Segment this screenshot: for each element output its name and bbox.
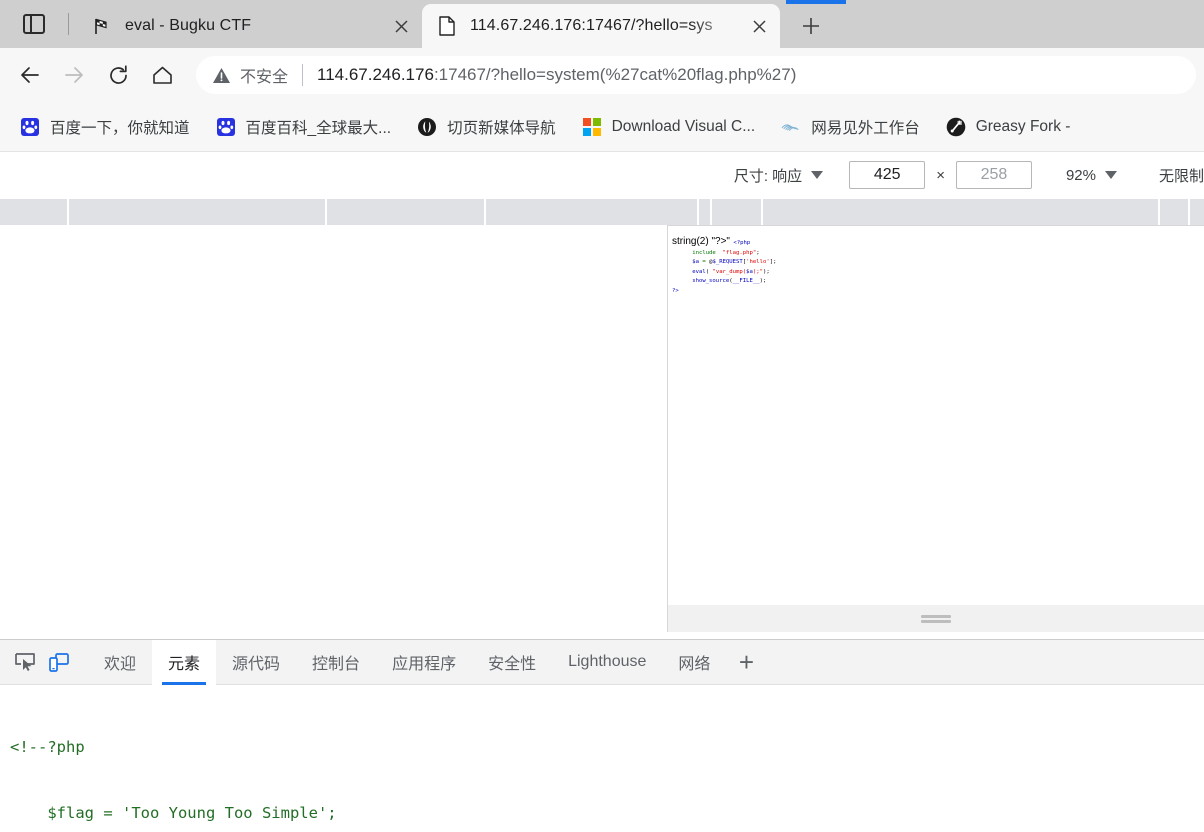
omnibox-separator (302, 64, 304, 86)
devtools-tab-application[interactable]: 应用程序 (376, 640, 472, 685)
bookmark-item[interactable]: Download Visual C... (574, 112, 764, 142)
viewport-height-input[interactable]: 258 (955, 161, 1032, 189)
viewport-width-input[interactable]: 425 (849, 161, 926, 189)
network-throttling-select[interactable]: 无限制 (1159, 165, 1204, 186)
tab-separator (68, 13, 69, 35)
ruler-tick (710, 199, 712, 225)
toggle-device-toolbar-icon[interactable] (42, 645, 76, 679)
url-host: 114.67.246.176 (317, 65, 434, 84)
zoom-level-label: 92% (1065, 166, 1096, 184)
baidu-icon (216, 117, 236, 137)
bookmark-label: 百度一下，你就知道 (50, 119, 190, 137)
tab-search-area (0, 0, 68, 48)
viewport-resize-handle[interactable] (921, 614, 951, 623)
greasyfork-icon (946, 117, 966, 137)
devtools-tabbar: 欢迎 元素 源代码 控制台 应用程序 安全性 Lighthouse 网络 + (0, 639, 1204, 685)
add-panel-button[interactable]: + (726, 640, 766, 685)
throttling-label: 无限制 (1158, 167, 1204, 185)
ruler-tick (697, 199, 699, 225)
devtools-container: 尺寸: 响应 425 × 258 92% 无限制 string(2) "?>" … (0, 152, 1204, 832)
elements-tree[interactable]: <!--?php $flag = 'Too Young Too Simple';… (0, 685, 1204, 832)
ruler-tick (484, 199, 486, 225)
browser-tab-2[interactable]: 114.67.246.176:17467/?hello=sys (422, 4, 780, 48)
sidebar-toggle-icon[interactable] (23, 14, 45, 34)
bookmark-label: 百度百科_全球最大... (245, 119, 392, 137)
ruler-tick (325, 199, 327, 225)
dimension-multiply-label: × (936, 166, 945, 184)
inspect-element-icon[interactable] (8, 645, 42, 679)
reload-button[interactable] (96, 53, 140, 97)
devtools-tab-elements[interactable]: 元素 (152, 639, 217, 685)
emulated-page-viewport[interactable]: string(2) "?>" <?php include "flag.php";… (667, 225, 1204, 605)
ruler-tick (1158, 199, 1160, 225)
close-icon[interactable] (386, 11, 416, 41)
bookmark-item[interactable]: Greasy Fork - (938, 112, 1079, 142)
tab-strip: eval - Bugku CTF 114.67.246.176:17467/?h… (0, 0, 1204, 48)
zoom-select[interactable]: 92% (1066, 167, 1117, 184)
flag-icon (91, 15, 113, 37)
devtools-panel: 欢迎 元素 源代码 控制台 应用程序 安全性 Lighthouse 网络 + <… (0, 639, 1204, 832)
url-path: :17467/?hello=system(%27cat%20flag.php%2… (433, 65, 797, 84)
netease-icon (781, 117, 801, 137)
qieye-icon (417, 117, 437, 137)
bookmarks-bar: 百度一下，你就知道 百度百科_全球最大... 切页新媒体导航 Download … (0, 102, 1204, 152)
devtools-tab-welcome[interactable]: 欢迎 (88, 640, 152, 685)
back-button[interactable] (8, 53, 52, 97)
baidu-icon (20, 117, 40, 137)
page-source-output: string(2) "?>" <?php include "flag.php";… (672, 236, 777, 294)
devtools-tab-security[interactable]: 安全性 (472, 640, 552, 685)
device-size-label: 尺寸: 响应 (733, 167, 803, 185)
ruler-tick (67, 199, 69, 225)
bookmark-label: 网易见外工作台 (811, 119, 920, 137)
bookmark-label: 切页新媒体导航 (447, 119, 556, 137)
var-dump-output: string(2) "?>" (672, 236, 730, 247)
devtools-tab-console[interactable]: 控制台 (296, 640, 376, 685)
viewport-resize-bar[interactable] (667, 605, 1204, 632)
browser-tab-1[interactable]: eval - Bugku CTF (77, 4, 422, 48)
viewport-ruler[interactable] (0, 198, 1204, 225)
chevron-down-icon (811, 171, 824, 179)
elements-line: $flag = 'Too Young Too Simple'; (10, 804, 337, 823)
warning-icon (212, 66, 231, 85)
devtools-tab-network[interactable]: 网络 (662, 640, 726, 685)
security-label: 不安全 (240, 69, 289, 86)
devtools-tab-sources[interactable]: 源代码 (216, 640, 296, 685)
bookmark-item[interactable]: 百度百科_全球最大... (208, 111, 400, 143)
device-emulation-toolbar: 尺寸: 响应 425 × 258 92% 无限制 (0, 152, 1204, 198)
bookmark-item[interactable]: 切页新媒体导航 (409, 111, 564, 143)
forward-button (52, 53, 96, 97)
bookmark-item[interactable]: 网易见外工作台 (773, 111, 928, 143)
elements-line: <!--?php (10, 737, 85, 756)
bookmark-label: Download Visual C... (611, 117, 756, 135)
security-status[interactable]: 不安全 (212, 63, 288, 87)
document-icon (436, 15, 458, 37)
home-button[interactable] (140, 53, 184, 97)
tab-title: 114.67.246.176:17467/?hello=sys (470, 17, 713, 34)
microsoft-icon (582, 117, 602, 137)
device-size-select[interactable]: 尺寸: 响应 (733, 165, 824, 186)
address-bar[interactable]: 不安全 114.67.246.176:17467/?hello=system(%… (196, 56, 1196, 94)
new-tab-button[interactable] (788, 7, 834, 45)
bookmark-label: Greasy Fork - (975, 117, 1071, 135)
bookmark-item[interactable]: 百度一下，你就知道 (12, 111, 198, 143)
browser-chrome: eval - Bugku CTF 114.67.246.176:17467/?h… (0, 0, 1204, 152)
close-icon[interactable] (744, 11, 774, 41)
devtools-tab-lighthouse[interactable]: Lighthouse (552, 640, 662, 685)
chevron-down-icon (1104, 171, 1117, 179)
browser-toolbar: 不安全 114.67.246.176:17467/?hello=system(%… (0, 48, 1204, 102)
tab-title: eval - Bugku CTF (125, 17, 252, 34)
url-text[interactable]: 114.67.246.176:17467/?hello=system(%27ca… (317, 65, 796, 85)
active-tab-indicator (786, 0, 846, 4)
ruler-tick (761, 199, 763, 225)
ruler-tick (1188, 199, 1190, 225)
